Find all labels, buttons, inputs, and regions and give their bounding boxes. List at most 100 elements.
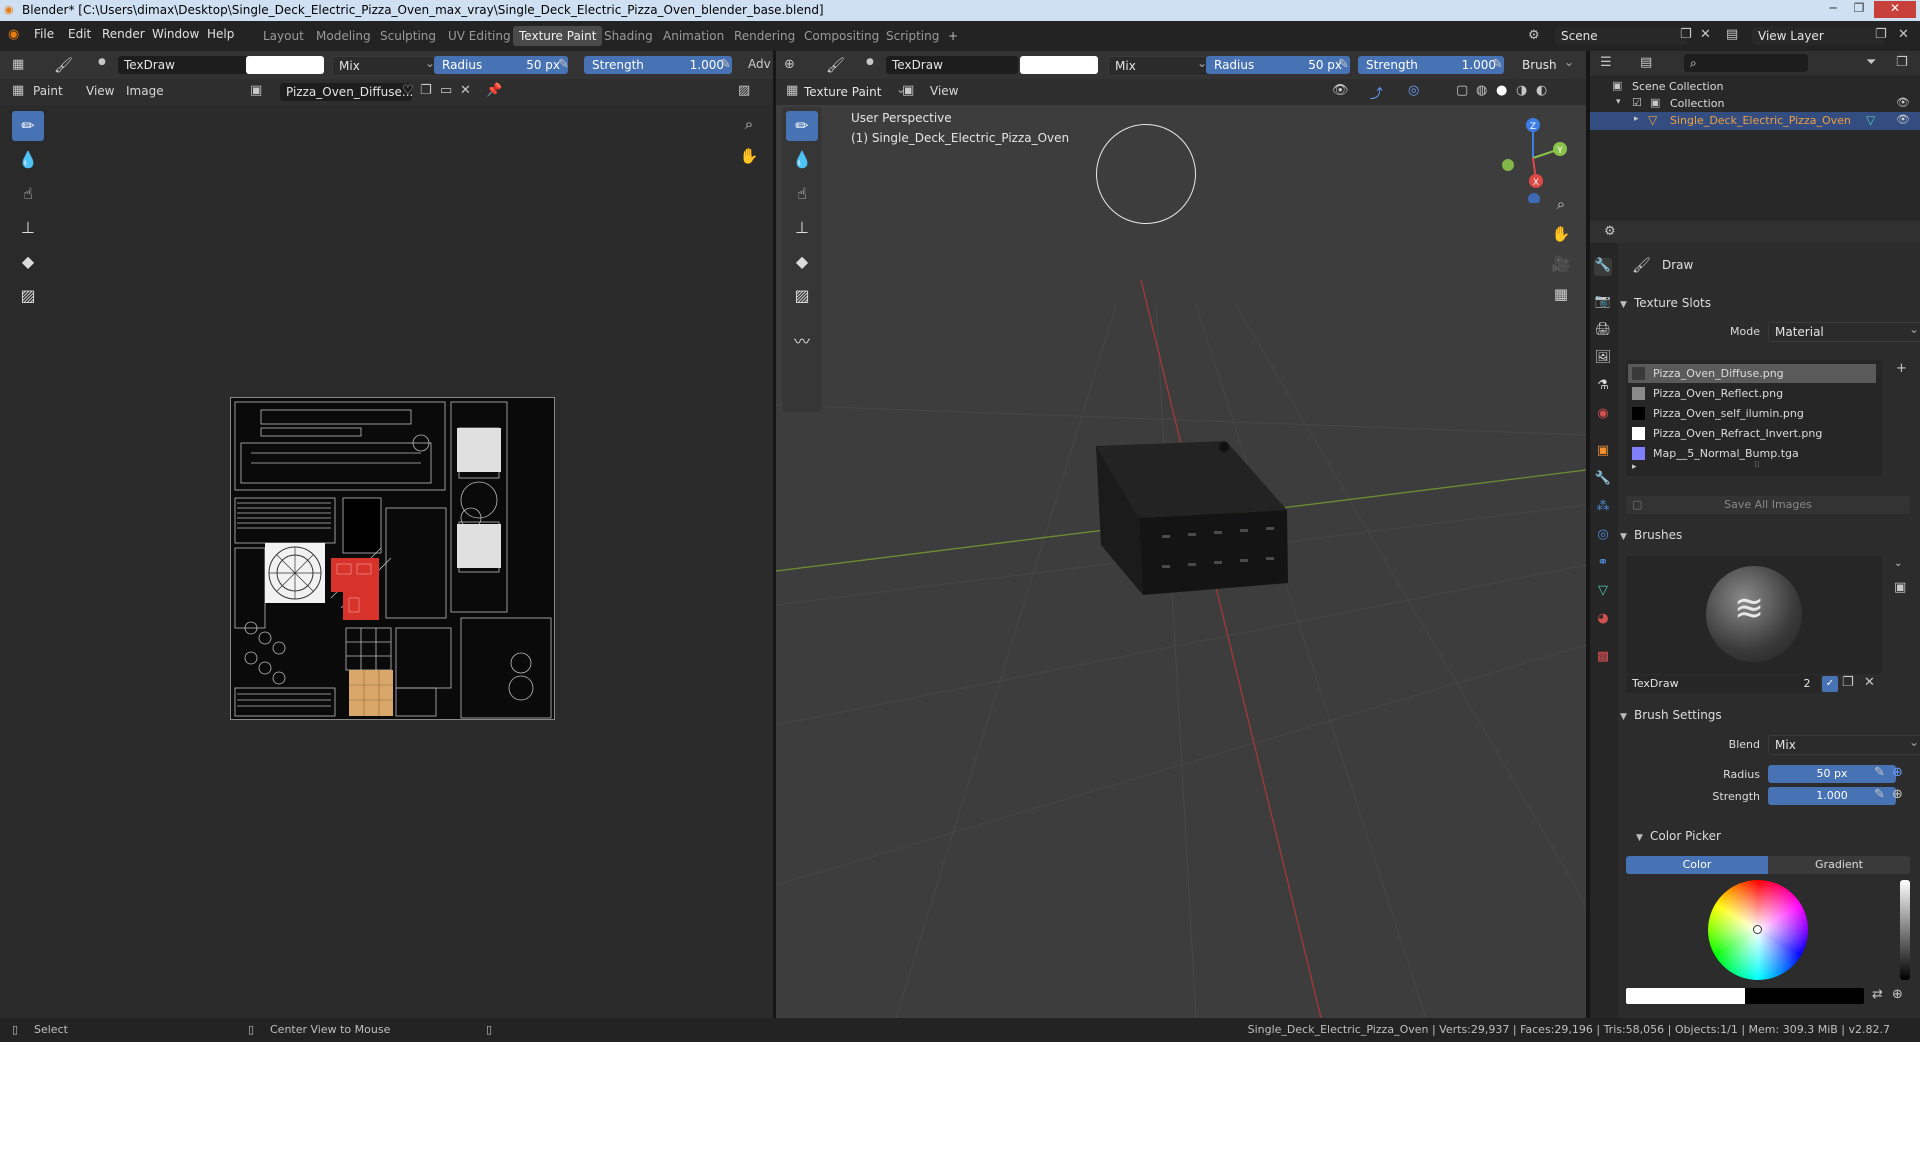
- gizmo-toggle-icon[interactable]: ⤴: [1370, 83, 1383, 102]
- primary-secondary-color-bar[interactable]: [1626, 988, 1864, 1004]
- blend-dropdown[interactable]: Mix: [332, 54, 440, 76]
- brush-name-field[interactable]: TexDraw: [118, 56, 250, 74]
- brush-settings-panel-header[interactable]: ▼ Brush Settings: [1620, 704, 1912, 726]
- output-tab-icon[interactable]: 🖨: [1594, 322, 1612, 340]
- collection-expand-icon[interactable]: ▾: [1616, 97, 1621, 107]
- outliner-search-input[interactable]: ⌕: [1684, 54, 1808, 72]
- menu-file[interactable]: File: [34, 27, 54, 41]
- color-mode-tab[interactable]: Color: [1626, 856, 1768, 874]
- paint-mode-dropdown[interactable]: Paint: [33, 84, 63, 98]
- viewport-blend-dropdown[interactable]: Mix: [1108, 54, 1212, 76]
- viewport-fill-tool-icon[interactable]: ◆: [786, 247, 818, 277]
- gizmo-neg-y-axis[interactable]: [1502, 159, 1514, 171]
- slot-mode-dropdown[interactable]: Material: [1768, 320, 1920, 342]
- mask-tool-icon[interactable]: ▨: [12, 281, 44, 311]
- clone-tool-icon[interactable]: ⊥: [12, 213, 44, 243]
- view-layer-tab-icon[interactable]: 🖼: [1594, 350, 1612, 368]
- new-collection-icon[interactable]: ❐: [1896, 55, 1908, 70]
- zoom-icon[interactable]: ⌕: [736, 111, 762, 137]
- advanced-menu[interactable]: Adv: [748, 57, 771, 71]
- viewport-radius-slider[interactable]: Radius 50 px: [1206, 56, 1350, 74]
- blender-menu-icon[interactable]: ◉: [8, 27, 19, 42]
- mode-dropdown[interactable]: Texture Paint: [798, 80, 910, 101]
- xray-icon[interactable]: ▢: [1456, 83, 1468, 98]
- image-browse-icon[interactable]: ▣: [250, 83, 262, 98]
- viewport-pressure-icon[interactable]: ✎: [1338, 57, 1349, 72]
- brush-preview-box[interactable]: ≋: [1626, 556, 1882, 674]
- strength-setting-pressure-icon[interactable]: ✎: [1874, 787, 1885, 802]
- tab-shading[interactable]: Shading: [598, 26, 659, 46]
- value-slider[interactable]: [1900, 880, 1910, 980]
- draw-tool-icon[interactable]: ✏: [12, 111, 44, 141]
- collection-visibility-icon[interactable]: 👁: [1896, 96, 1910, 109]
- soften-tool-icon[interactable]: 💧: [12, 145, 44, 175]
- unlink-brush-icon[interactable]: ✕: [1864, 675, 1875, 690]
- menu-render[interactable]: Render: [102, 27, 145, 41]
- color-wheel[interactable]: [1708, 880, 1808, 980]
- radius-slider[interactable]: Radius 50 px: [434, 56, 568, 74]
- viewport-pan-icon[interactable]: ✋: [1548, 221, 1574, 247]
- viewport-strength-slider[interactable]: Strength 1.000: [1358, 56, 1504, 74]
- brush-blend-dropdown[interactable]: Mix: [1768, 733, 1920, 755]
- ortho-toggle-icon[interactable]: ▦: [1548, 281, 1574, 307]
- editor-type-icon[interactable]: ▦: [12, 57, 24, 72]
- texture-slot-item[interactable]: Pizza_Oven_Diffuse.png: [1628, 364, 1876, 383]
- texture-slot-item[interactable]: Pizza_Oven_self_ilumin.png: [1628, 404, 1876, 423]
- pin-icon[interactable]: 📌: [486, 83, 502, 98]
- constraints-tab-icon[interactable]: ⚭: [1594, 555, 1612, 573]
- camera-view-icon[interactable]: 🎥: [1548, 251, 1574, 277]
- viewport-clone-tool-icon[interactable]: ⊥: [786, 213, 818, 243]
- tab-compositing[interactable]: Compositing: [798, 26, 885, 46]
- texture-slot-item[interactable]: Pizza_Oven_Refract_Invert.png: [1628, 424, 1876, 443]
- world-tab-icon[interactable]: ◉: [1594, 406, 1612, 424]
- radius-unified-icon[interactable]: ⊕: [1892, 765, 1903, 780]
- rendered-shading-icon[interactable]: ◐: [1536, 83, 1547, 98]
- object-tab-icon[interactable]: ▣: [1594, 443, 1612, 461]
- scene-icon[interactable]: ⚙: [1528, 28, 1540, 43]
- fill-tool-icon[interactable]: ◆: [12, 247, 44, 277]
- radius-pressure-icon[interactable]: ✎: [1874, 765, 1885, 780]
- texture-slots-panel-header[interactable]: ▼ Texture Slots: [1620, 292, 1912, 314]
- new-scene-icon[interactable]: ❐: [1680, 27, 1692, 42]
- render-tab-icon[interactable]: 📷: [1594, 294, 1612, 312]
- viewport-brush-color-swatch[interactable]: [1020, 56, 1098, 74]
- image-name-field[interactable]: Pizza_Oven_Diffuse...: [280, 83, 412, 101]
- smear-tool-icon[interactable]: ☝: [12, 179, 44, 209]
- image-view-menu[interactable]: View: [86, 84, 114, 98]
- color-unified-icon[interactable]: ⊕: [1892, 987, 1903, 1002]
- tab-animation[interactable]: Animation: [657, 26, 730, 46]
- viewport-draw-tool-icon[interactable]: ✏: [786, 111, 818, 141]
- list-expand-icon[interactable]: ▸: [1632, 462, 1637, 472]
- add-slot-icon[interactable]: +: [1896, 361, 1907, 376]
- outliner-collection[interactable]: Collection: [1670, 97, 1724, 110]
- new-image-icon[interactable]: ❐: [420, 83, 432, 98]
- pizza-oven-mesh[interactable]: [1096, 441, 1288, 595]
- annotate-tool-icon[interactable]: 〰: [786, 327, 818, 357]
- close-window-button[interactable]: ✕: [1874, 1, 1916, 18]
- add-workspace-button[interactable]: +: [942, 26, 964, 46]
- 3d-viewport[interactable]: ⊕ 🖌 ● TexDraw Mix Radius 50 px ✎ Strengt…: [776, 51, 1586, 1018]
- strength-unified-icon[interactable]: ⊕: [1892, 787, 1903, 802]
- object-visibility-icon[interactable]: 👁: [1896, 113, 1910, 126]
- collection-checkbox-icon[interactable]: ☑: [1632, 96, 1642, 109]
- properties-editor-type-icon[interactable]: ⚙: [1604, 224, 1616, 239]
- list-resize-handle-icon[interactable]: ⁞⁞: [1754, 460, 1760, 470]
- tab-sculpting[interactable]: Sculpting: [374, 26, 442, 46]
- pan-hand-icon[interactable]: ✋: [736, 143, 762, 169]
- texture-tab-icon[interactable]: ▩: [1594, 649, 1612, 667]
- filter-icon[interactable]: ⏷: [1866, 55, 1876, 70]
- save-all-images-button[interactable]: ▢ Save All Images: [1626, 496, 1910, 514]
- outliner-editor-type-icon[interactable]: ☰: [1600, 55, 1612, 70]
- gradient-mode-tab[interactable]: Gradient: [1768, 856, 1910, 874]
- particles-tab-icon[interactable]: ⁂: [1594, 499, 1612, 517]
- view-layer-field[interactable]: View Layer: [1752, 27, 1884, 45]
- scene-tab-icon[interactable]: ⚗: [1594, 378, 1612, 396]
- viewport-soften-tool-icon[interactable]: 💧: [786, 145, 818, 175]
- swap-colors-icon[interactable]: ⇄: [1872, 987, 1883, 1002]
- remove-view-layer-icon[interactable]: ✕: [1898, 27, 1909, 42]
- viewport-brush-name-field[interactable]: TexDraw: [886, 56, 1018, 74]
- color-picker-panel-header[interactable]: ▼ Color Picker: [1636, 825, 1906, 847]
- display-mode-icon[interactable]: ▤: [1640, 55, 1652, 70]
- brush-image-icon[interactable]: ▣: [1894, 580, 1906, 595]
- color-wheel-cursor[interactable]: [1753, 925, 1762, 934]
